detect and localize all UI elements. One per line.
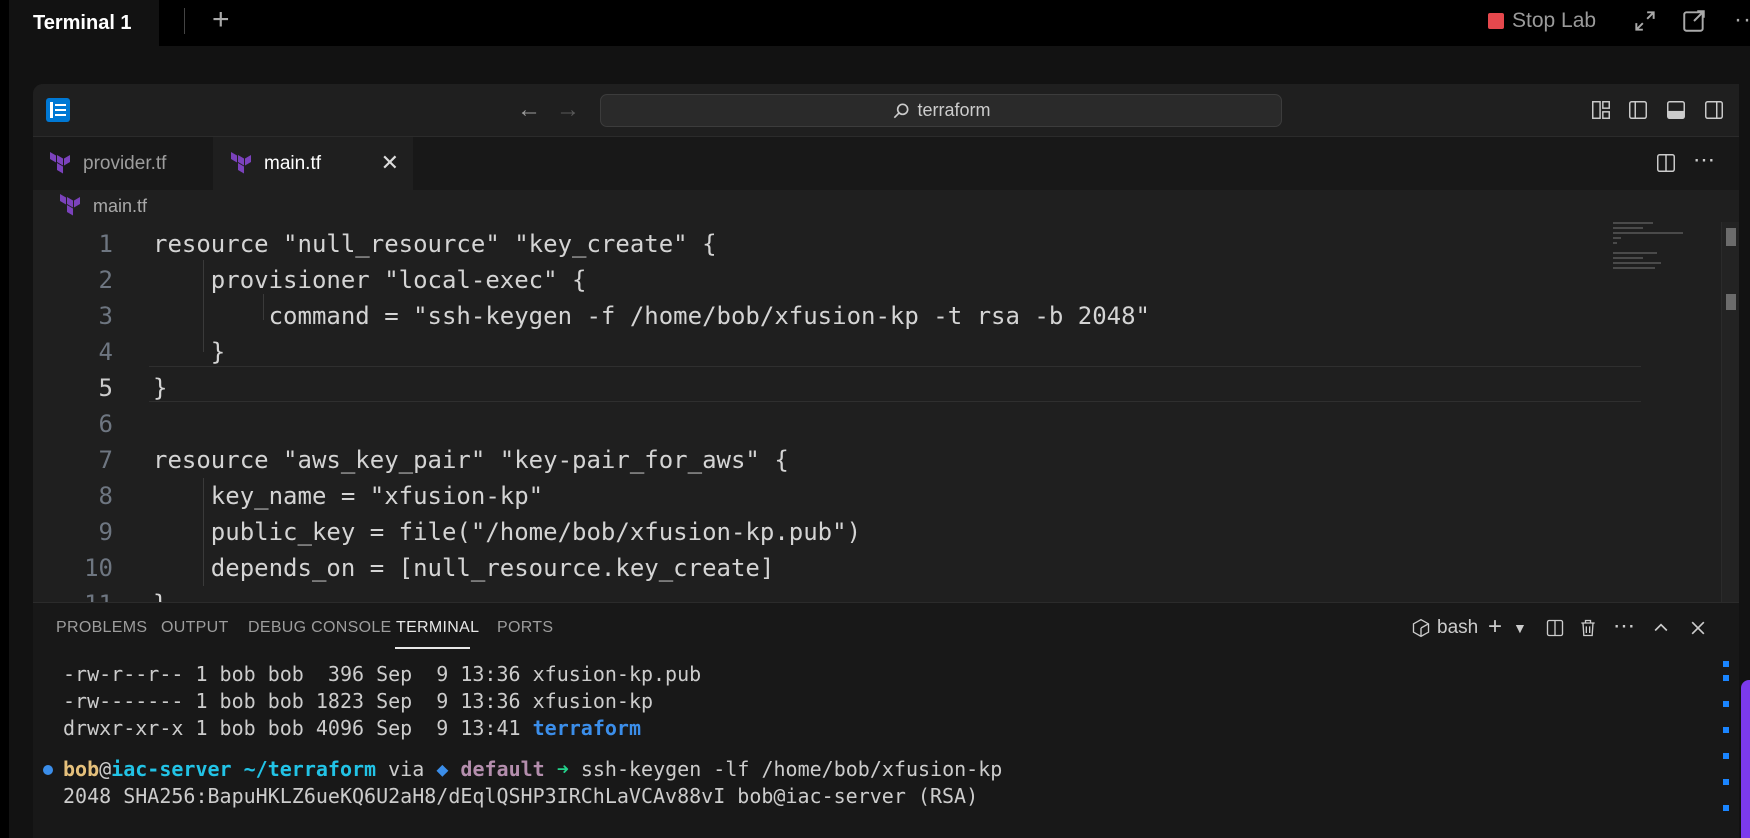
back-button[interactable]: ← xyxy=(517,96,541,124)
command-center-search[interactable]: terraform xyxy=(600,94,1282,127)
vscode-window: ← → terraform provider.tf main.tf ✕ ⋯ ma… xyxy=(33,84,1739,838)
terminal-line: -rw-r--r-- 1 bob bob 396 Sep 9 13:36 xfu… xyxy=(63,662,702,686)
line-text: key_name = "xfusion-kp" xyxy=(153,482,544,510)
line-text: provisioner "local-exec" { xyxy=(153,266,587,294)
terraform-icon xyxy=(231,151,251,173)
customize-layout-icon[interactable] xyxy=(1590,99,1612,121)
tab-terminal[interactable]: TERMINAL xyxy=(396,619,479,637)
title-bar: ← → terraform xyxy=(33,84,1739,137)
terminal-profile[interactable]: bash xyxy=(1411,617,1478,639)
terminal-prompt-line: bob@iac-server ~/terraform via ◆ default… xyxy=(63,757,1003,781)
bottom-panel: PROBLEMS OUTPUT DEBUG CONSOLE TERMINAL P… xyxy=(33,602,1739,838)
toggle-panel-icon[interactable] xyxy=(1665,99,1687,121)
split-editor-icon[interactable] xyxy=(1655,152,1677,174)
line-text: } xyxy=(153,374,168,402)
panel-tabs: PROBLEMS OUTPUT DEBUG CONSOLE TERMINAL P… xyxy=(33,603,1739,653)
stop-lab-label: Stop Lab xyxy=(1512,9,1597,32)
line-number: 1 xyxy=(98,230,113,258)
code-line: 7 resource "aws_key_pair" "key-pair_for_a… xyxy=(33,442,1613,478)
toggle-primary-sidebar-icon[interactable] xyxy=(1627,99,1649,121)
search-text: terraform xyxy=(917,100,991,120)
code-line: 1 resource "null_resource" "key_create" { xyxy=(33,226,1613,262)
divider xyxy=(184,8,185,34)
tab-ports[interactable]: PORTS xyxy=(497,619,553,637)
terminal-scrollbar[interactable] xyxy=(1723,653,1729,838)
terminal-line: 2048 SHA256:BapuHKLZ6ueKQ6U2aH8/dEqlQSHP… xyxy=(63,784,979,808)
line-number: 4 xyxy=(98,338,113,366)
line-number: 7 xyxy=(98,446,113,474)
line-text: } xyxy=(153,338,226,366)
open-external-icon[interactable] xyxy=(1681,8,1707,34)
line-number: 10 xyxy=(84,554,113,582)
code-line: 10 depends_on = [null_resource.key_creat… xyxy=(33,550,1613,586)
breadcrumb-file: main.tf xyxy=(93,195,148,216)
minimap[interactable] xyxy=(1613,222,1709,282)
code-line: 4 } xyxy=(33,334,1613,370)
tab-output[interactable]: OUTPUT xyxy=(161,619,229,637)
terminal-tab[interactable]: Terminal 1 xyxy=(9,0,159,46)
editor-tabs: provider.tf main.tf ✕ ⋯ xyxy=(33,137,1739,190)
terminal-line: drwxr-xr-x 1 bob bob 4096 Sep 9 13:41 te… xyxy=(63,716,641,740)
line-number: 8 xyxy=(98,482,113,510)
close-icon[interactable]: ✕ xyxy=(381,150,399,176)
chevron-up-icon[interactable] xyxy=(1651,618,1671,638)
command-status-dot[interactable] xyxy=(43,765,53,775)
tab-label: provider.tf xyxy=(83,152,167,174)
outer-tab-bar: Terminal 1 + Stop Lab ··· xyxy=(0,0,1750,48)
search-icon xyxy=(894,103,909,118)
toggle-secondary-sidebar-icon[interactable] xyxy=(1703,99,1725,121)
tab-label: main.tf xyxy=(264,152,322,174)
code-line: 2 provisioner "local-exec" { xyxy=(33,262,1613,298)
code-line: 6 xyxy=(33,406,1613,442)
add-terminal-button[interactable]: + xyxy=(212,4,230,36)
line-number: 2 xyxy=(98,266,113,294)
tab-debug-console[interactable]: DEBUG CONSOLE xyxy=(248,619,392,637)
line-number: 5 xyxy=(98,374,113,402)
split-terminal-icon[interactable] xyxy=(1545,618,1565,638)
line-number: 6 xyxy=(98,410,113,438)
close-icon[interactable] xyxy=(1688,618,1708,638)
trash-icon[interactable] xyxy=(1578,618,1598,638)
side-accent xyxy=(1741,680,1750,838)
line-text: command = "ssh-keygen -f /home/bob/xfusi… xyxy=(153,302,1150,330)
line-number: 9 xyxy=(98,518,113,546)
sidebar-toggle-icon[interactable] xyxy=(46,98,70,122)
code-line: 5} xyxy=(33,370,1613,406)
forward-button[interactable]: → xyxy=(556,96,580,124)
more-icon[interactable]: ··· xyxy=(1734,6,1750,34)
terraform-icon xyxy=(50,151,70,173)
terminal-shell-icon xyxy=(1412,618,1430,638)
line-number: 3 xyxy=(98,302,113,330)
terminal-output[interactable]: -rw-r--r-- 1 bob bob 396 Sep 9 13:36 xfu… xyxy=(33,653,1739,838)
breadcrumb[interactable]: main.tf xyxy=(33,190,1739,222)
line-text: resource "aws_key_pair" "key-pair_for_aw… xyxy=(153,446,789,474)
code-line: 8 key_name = "xfusion-kp" xyxy=(33,478,1613,514)
terminal-line: -rw------- 1 bob bob 1823 Sep 9 13:36 xf… xyxy=(63,689,654,713)
code-line: 9 public_key = file("/home/bob/xfusion-k… xyxy=(33,514,1613,550)
tab-provider-tf[interactable]: provider.tf xyxy=(33,137,211,190)
new-terminal-icon[interactable]: + xyxy=(1488,613,1502,641)
shell-label: bash xyxy=(1437,617,1479,638)
line-text: resource "null_resource" "key_create" { xyxy=(153,230,717,258)
tab-problems[interactable]: PROBLEMS xyxy=(56,619,147,637)
tab-main-tf[interactable]: main.tf ✕ xyxy=(213,137,413,190)
expand-icon[interactable] xyxy=(1632,8,1658,34)
stop-lab-button[interactable]: Stop Lab xyxy=(1488,8,1596,34)
more-actions-icon[interactable]: ⋯ xyxy=(1693,147,1715,173)
terraform-icon xyxy=(60,194,80,216)
code-line: 3 command = "ssh-keygen -f /home/bob/xfu… xyxy=(33,298,1613,334)
line-text: public_key = file("/home/bob/xfusion-kp.… xyxy=(153,518,862,546)
terminal-tab-label: Terminal 1 xyxy=(33,11,132,34)
active-tab-underline xyxy=(395,647,470,649)
line-text: depends_on = [null_resource.key_create] xyxy=(153,554,775,582)
stop-icon xyxy=(1488,13,1504,29)
chevron-down-icon[interactable]: ▼ xyxy=(1513,620,1527,636)
more-actions-icon[interactable]: ⋯ xyxy=(1613,613,1635,639)
scrollbar-thumb[interactable] xyxy=(1726,228,1736,246)
